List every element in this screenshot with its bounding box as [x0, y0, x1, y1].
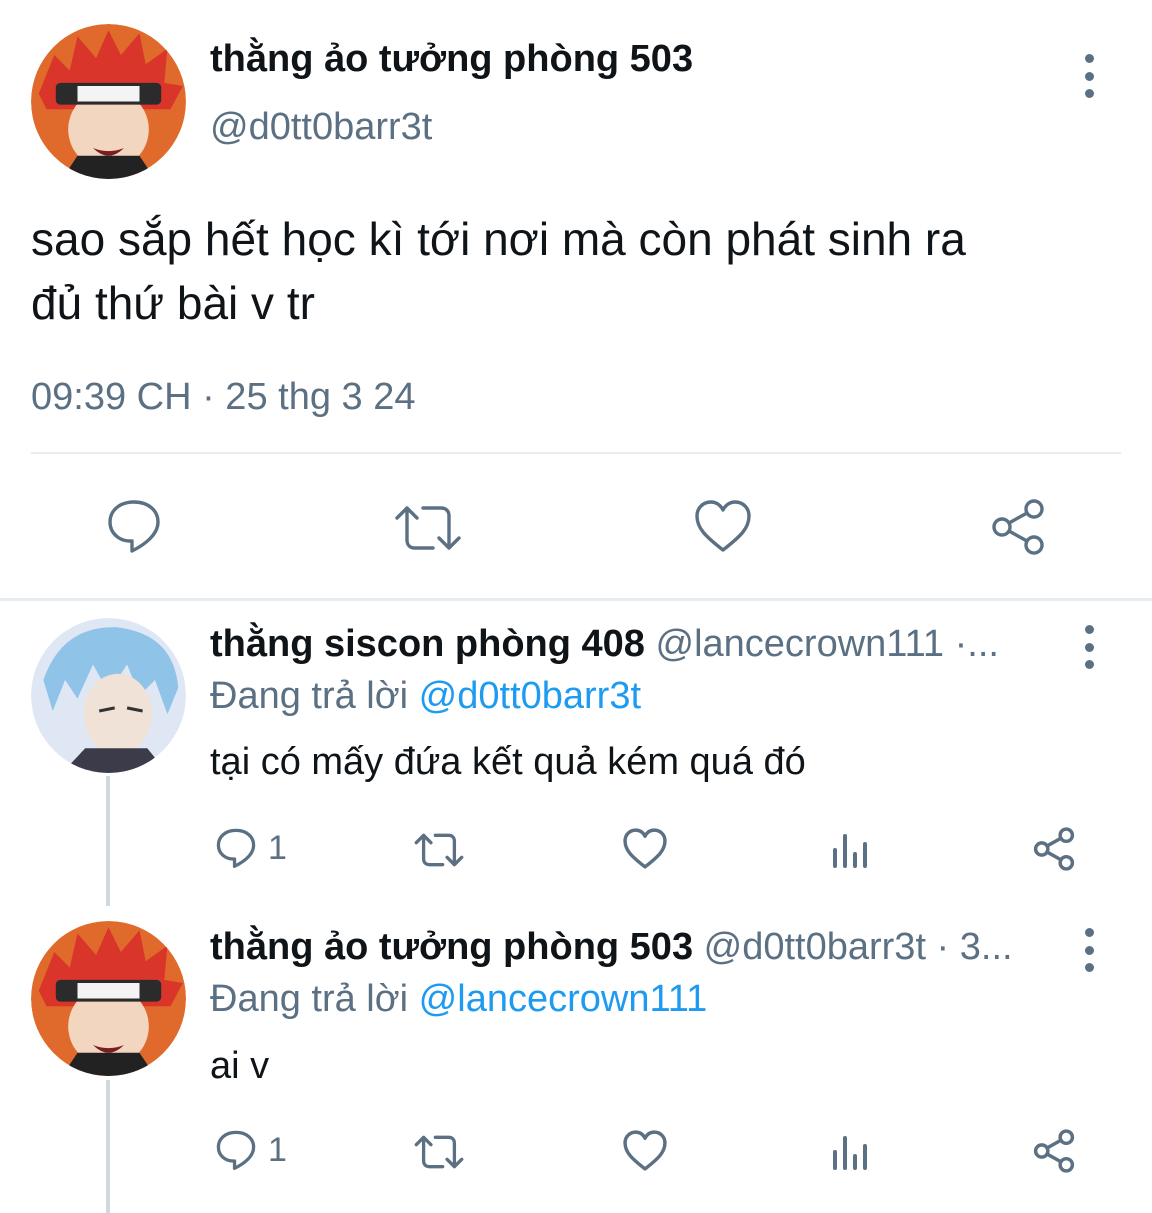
more-options-icon[interactable] [1079, 54, 1099, 98]
reply-count: 1 [268, 829, 287, 867]
reply-display-name[interactable]: thằng siscon phòng 408 [210, 623, 645, 665]
reply-avatar[interactable] [31, 618, 186, 773]
retweet-icon[interactable] [393, 498, 463, 558]
reply-header: thằng siscon phòng 408 @lancecrown111 ·.… [210, 623, 999, 666]
reply-text: tại có mấy đứa kết quả kém quá đó [210, 741, 806, 783]
reply-handle-meta[interactable]: @d0tt0barr3t · 3... [704, 926, 1013, 968]
replying-to-line: Đang trả lời @d0tt0barr3t [210, 675, 641, 718]
like-icon[interactable] [693, 498, 753, 554]
section-divider [0, 598, 1152, 601]
replying-to-prefix: Đang trả lời [210, 978, 409, 1020]
author-display-name[interactable]: thằng ảo tưởng phòng 503 [210, 38, 693, 81]
avatar-image [31, 24, 186, 179]
reply-avatar[interactable] [31, 921, 186, 1076]
action-bar-divider [31, 452, 1121, 454]
replying-to-link[interactable]: @lancecrown111 [419, 978, 708, 1020]
tweet-text-line-2: đủ thứ bài v tr [31, 277, 315, 329]
share-icon[interactable] [988, 497, 1048, 557]
like-icon[interactable] [622, 1129, 668, 1172]
replying-to-prefix: Đang trả lời [210, 675, 409, 717]
avatar-image [31, 921, 186, 1076]
reply-display-name[interactable]: thằng ảo tưởng phòng 503 [210, 926, 693, 968]
like-icon[interactable] [622, 827, 668, 870]
reply-count: 1 [268, 1131, 287, 1169]
tweet-text-line-1: sao sắp hết học kì tới nơi mà còn phát s… [31, 213, 966, 265]
reply-icon[interactable] [214, 826, 258, 870]
reply-text: ai v [210, 1045, 270, 1087]
thread-connector [106, 1080, 110, 1213]
analytics-icon[interactable] [830, 1132, 870, 1172]
reply-handle-meta[interactable]: @lancecrown111 ·... [656, 623, 999, 665]
reply-icon[interactable] [104, 496, 164, 556]
share-icon[interactable] [1031, 826, 1077, 872]
author-handle[interactable]: @d0tt0barr3t [210, 106, 432, 149]
more-options-icon[interactable] [1079, 928, 1099, 972]
reply-header: thằng ảo tưởng phòng 503 @d0tt0barr3t · … [210, 926, 1013, 969]
avatar-image [31, 618, 186, 773]
analytics-icon[interactable] [830, 830, 870, 870]
replying-to-link[interactable]: @d0tt0barr3t [419, 675, 641, 717]
retweet-icon[interactable] [413, 1130, 465, 1174]
tweet-timestamp[interactable]: 09:39 CH · 25 thg 3 24 [31, 376, 415, 419]
replying-to-line: Đang trả lời @lancecrown111 [210, 978, 707, 1021]
retweet-icon[interactable] [413, 828, 465, 872]
more-options-icon[interactable] [1079, 625, 1099, 669]
reply-icon[interactable] [214, 1128, 258, 1172]
share-icon[interactable] [1031, 1128, 1077, 1174]
thread-connector [106, 776, 110, 906]
author-avatar[interactable] [31, 24, 186, 179]
